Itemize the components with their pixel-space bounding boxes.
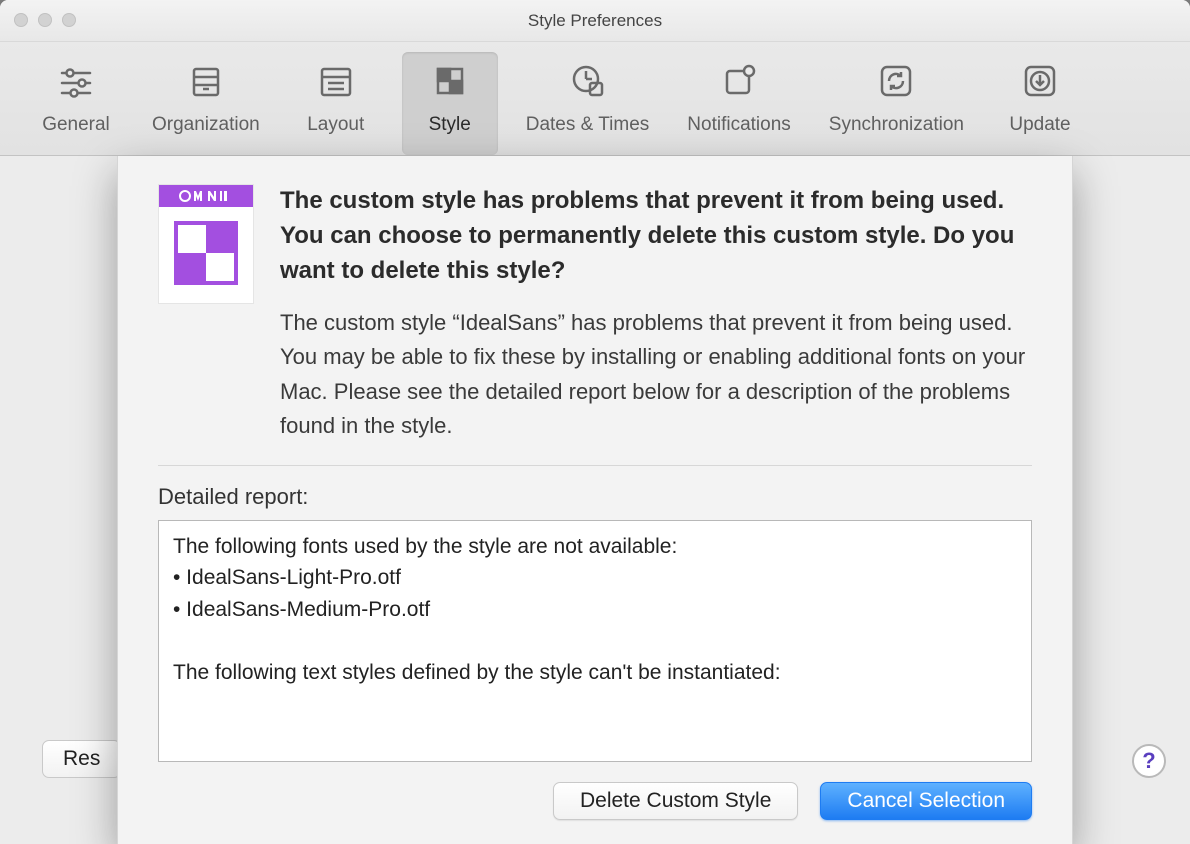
titlebar: Style Preferences xyxy=(0,0,1190,42)
notification-icon xyxy=(713,58,765,104)
tab-layout[interactable]: Layout xyxy=(288,52,384,155)
divider xyxy=(158,465,1032,466)
checker-icon xyxy=(174,221,238,285)
sync-icon xyxy=(870,58,922,104)
content-area: Res ? xyxy=(0,156,1190,844)
alert-body: The custom style “IdealSans” has problem… xyxy=(280,306,1032,442)
tab-label: Dates & Times xyxy=(526,114,650,136)
tab-label: General xyxy=(42,114,110,136)
style-file-icon xyxy=(158,184,254,304)
tab-dates-times[interactable]: Dates & Times xyxy=(516,52,660,155)
omni-brand-bar xyxy=(159,185,253,207)
sliders-icon xyxy=(50,58,102,104)
tab-update[interactable]: Update xyxy=(992,52,1088,155)
layout-icon xyxy=(310,58,362,104)
report-textarea[interactable]: The following fonts used by the style ar… xyxy=(158,520,1032,762)
help-button[interactable]: ? xyxy=(1132,744,1166,778)
traffic-lights xyxy=(14,13,76,27)
cancel-selection-button[interactable]: Cancel Selection xyxy=(820,782,1032,820)
checker-icon xyxy=(424,58,476,104)
alert-heading: The custom style has problems that preve… xyxy=(280,184,1032,288)
toolbar: General Organization xyxy=(0,42,1190,156)
close-window-button[interactable] xyxy=(14,13,28,27)
zoom-window-button[interactable] xyxy=(62,13,76,27)
tab-label: Organization xyxy=(152,114,260,136)
delete-custom-style-button[interactable]: Delete Custom Style xyxy=(553,782,798,820)
reset-button[interactable]: Res xyxy=(42,740,121,778)
tab-synchronization[interactable]: Synchronization xyxy=(819,52,974,155)
tab-general[interactable]: General xyxy=(28,52,124,155)
tab-label: Update xyxy=(1009,114,1070,136)
tab-organization[interactable]: Organization xyxy=(142,52,270,155)
tab-notifications[interactable]: Notifications xyxy=(677,52,801,155)
tab-style[interactable]: Style xyxy=(402,52,498,155)
tab-label: Notifications xyxy=(687,114,791,136)
minimize-window-button[interactable] xyxy=(38,13,52,27)
tab-label: Layout xyxy=(307,114,364,136)
window-title: Style Preferences xyxy=(528,11,662,31)
download-icon xyxy=(1014,58,1066,104)
drawer-icon xyxy=(180,58,232,104)
report-label: Detailed report: xyxy=(158,484,1032,510)
tab-label: Synchronization xyxy=(829,114,964,136)
clock-icon xyxy=(562,58,614,104)
preferences-window: Style Preferences General xyxy=(0,0,1190,844)
tab-label: Style xyxy=(429,114,471,136)
alert-sheet: The custom style has problems that preve… xyxy=(117,156,1073,844)
alert-buttons: Delete Custom Style Cancel Selection xyxy=(158,782,1032,820)
